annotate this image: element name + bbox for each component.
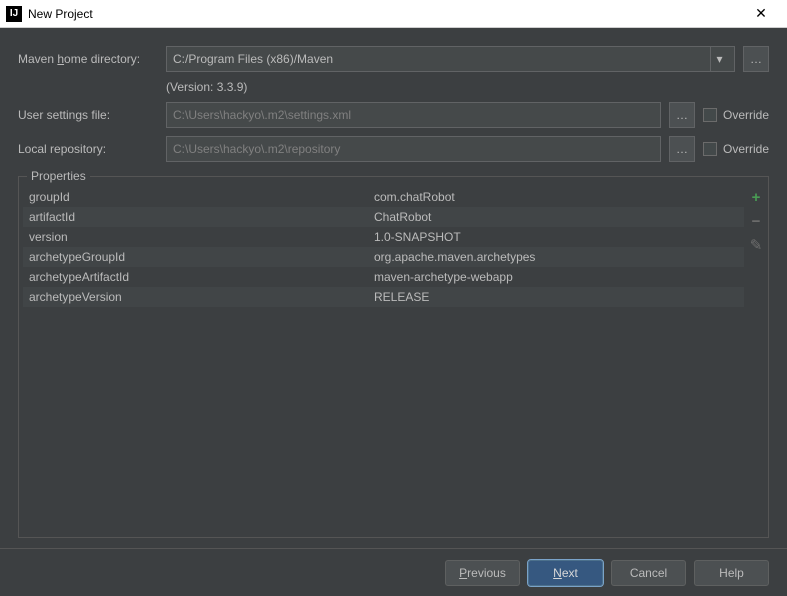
maven-home-label: Maven home directory: — [18, 52, 158, 66]
table-row[interactable]: archetypeArtifactId maven-archetype-weba… — [23, 267, 744, 287]
dialog-footer: Previous Next Cancel Help — [0, 548, 787, 596]
row-version: (Version: 3.3.9) — [18, 80, 769, 94]
override-label: Override — [723, 108, 769, 122]
row-maven-home: Maven home directory: C:/Program Files (… — [18, 46, 769, 72]
user-settings-label: User settings file: — [18, 108, 158, 122]
app-icon: IJ — [6, 6, 22, 22]
close-button[interactable]: ✕ — [741, 0, 781, 28]
local-repo-input[interactable]: C:\Users\hackyo\.m2\repository — [166, 136, 661, 162]
help-button[interactable]: Help — [694, 560, 769, 586]
prop-val: RELEASE — [374, 290, 738, 304]
edit-icon[interactable]: ✎ — [748, 237, 764, 253]
titlebar: IJ New Project ✕ — [0, 0, 787, 28]
local-repo-browse-button[interactable]: … — [669, 136, 695, 162]
local-repo-value: C:\Users\hackyo\.m2\repository — [173, 142, 340, 156]
table-row[interactable]: archetypeGroupId org.apache.maven.archet… — [23, 247, 744, 267]
chevron-down-icon[interactable]: ▾ — [710, 47, 728, 71]
maven-home-browse-button[interactable]: … — [743, 46, 769, 72]
properties-toolbar: + − ✎ — [744, 177, 768, 537]
prop-key: archetypeArtifactId — [29, 270, 374, 284]
table-row[interactable]: groupId com.chatRobot — [23, 187, 744, 207]
prop-val: com.chatRobot — [374, 190, 738, 204]
remove-icon[interactable]: − — [748, 213, 764, 229]
prop-val: ChatRobot — [374, 210, 738, 224]
row-local-repo: Local repository: C:\Users\hackyo\.m2\re… — [18, 136, 769, 162]
properties-table[interactable]: groupId com.chatRobot artifactId ChatRob… — [23, 187, 744, 533]
window-title: New Project — [28, 7, 741, 21]
prop-val: 1.0-SNAPSHOT — [374, 230, 738, 244]
prop-key: archetypeVersion — [29, 290, 374, 304]
checkbox-icon — [703, 142, 717, 156]
dialog-content: Maven home directory: C:/Program Files (… — [0, 28, 787, 548]
override-label: Override — [723, 142, 769, 156]
prop-key: groupId — [29, 190, 374, 204]
previous-button[interactable]: Previous — [445, 560, 520, 586]
properties-group: Properties groupId com.chatRobot artifac… — [18, 176, 769, 538]
next-button[interactable]: Next — [528, 560, 603, 586]
prop-val: org.apache.maven.archetypes — [374, 250, 738, 264]
local-repo-label: Local repository: — [18, 142, 158, 156]
table-row[interactable]: artifactId ChatRobot — [23, 207, 744, 227]
properties-legend: Properties — [27, 169, 90, 183]
table-row[interactable]: archetypeVersion RELEASE — [23, 287, 744, 307]
user-settings-input[interactable]: C:\Users\hackyo\.m2\settings.xml — [166, 102, 661, 128]
user-settings-override-checkbox[interactable]: Override — [703, 108, 769, 122]
maven-home-value: C:/Program Files (x86)/Maven — [173, 52, 704, 66]
local-repo-override-checkbox[interactable]: Override — [703, 142, 769, 156]
prop-key: archetypeGroupId — [29, 250, 374, 264]
checkbox-icon — [703, 108, 717, 122]
maven-home-combo[interactable]: C:/Program Files (x86)/Maven ▾ — [166, 46, 735, 72]
table-row[interactable]: version 1.0-SNAPSHOT — [23, 227, 744, 247]
cancel-button[interactable]: Cancel — [611, 560, 686, 586]
prop-key: artifactId — [29, 210, 374, 224]
add-icon[interactable]: + — [748, 189, 764, 205]
user-settings-value: C:\Users\hackyo\.m2\settings.xml — [173, 108, 351, 122]
maven-version-text: (Version: 3.3.9) — [166, 80, 247, 94]
prop-val: maven-archetype-webapp — [374, 270, 738, 284]
prop-key: version — [29, 230, 374, 244]
user-settings-browse-button[interactable]: … — [669, 102, 695, 128]
row-user-settings: User settings file: C:\Users\hackyo\.m2\… — [18, 102, 769, 128]
